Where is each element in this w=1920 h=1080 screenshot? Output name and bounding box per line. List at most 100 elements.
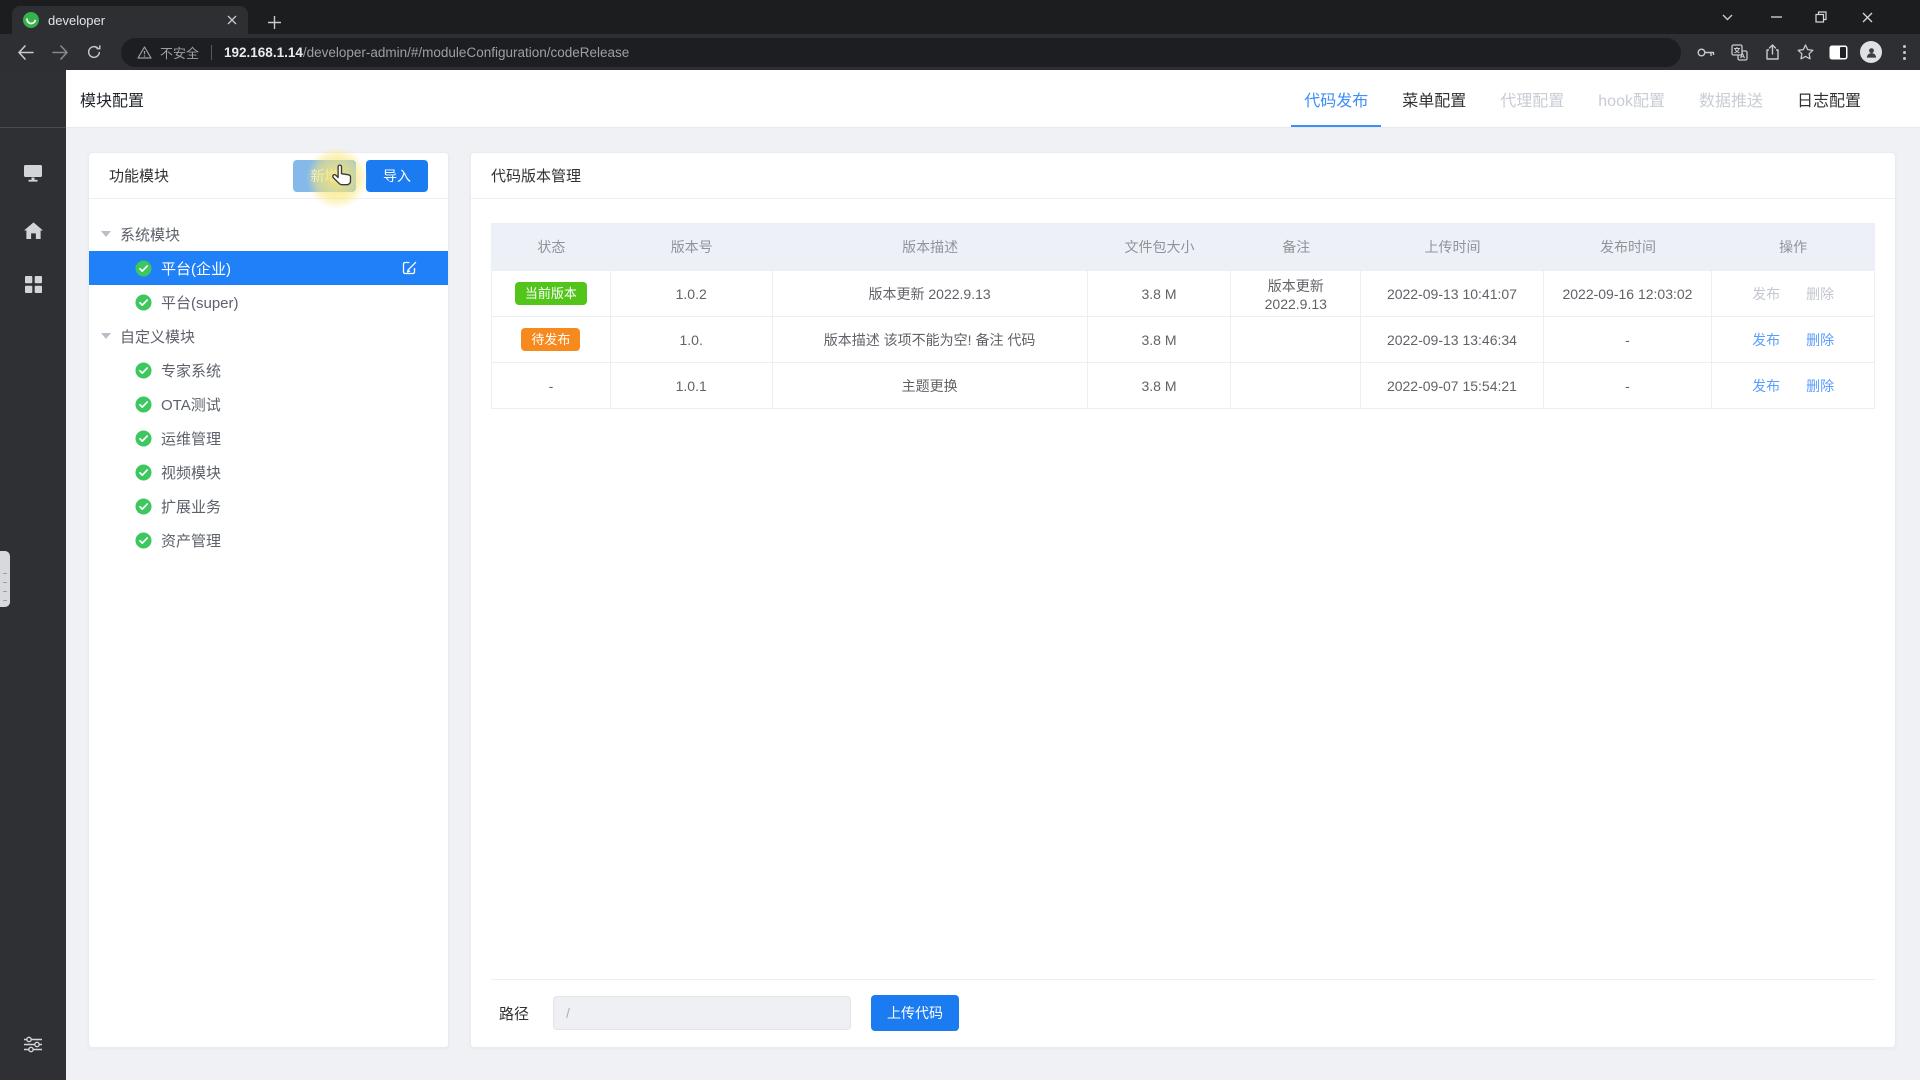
table-row: 待发布 1.0. 版本描述 该项不能为空! 备注 代码 3.8 M 2022-0… (492, 316, 1874, 362)
package-size-cell: 3.8 M (1088, 363, 1232, 408)
package-size-cell: 3.8 M (1088, 317, 1232, 362)
browser-tab[interactable]: developer (12, 6, 248, 34)
back-button[interactable] (10, 37, 40, 67)
tree-item-row[interactable]: 专家系统 (89, 353, 448, 387)
publish-link[interactable]: 发布 (1752, 376, 1780, 396)
tree-item-label: 扩展业务 (161, 496, 221, 517)
edit-module-icon[interactable] (402, 260, 418, 276)
delete-link[interactable]: 删除 (1806, 284, 1834, 304)
upload-code-button[interactable]: 上传代码 (871, 995, 959, 1031)
tree-item-label: 视频模块 (161, 462, 221, 483)
column-header: 上传时间 (1361, 237, 1543, 257)
check-circle-icon (135, 498, 152, 515)
toolbar-actions (1691, 37, 1919, 67)
table-header-row: 状态 版本号 版本描述 文件包大小 备注 上传时间 发布时间 操作 (492, 224, 1874, 270)
reload-button[interactable] (79, 37, 109, 67)
add-module-button[interactable]: 新增 (293, 160, 356, 192)
upload-path-row: 路径 上传代码 (499, 995, 959, 1031)
window-minimize-button[interactable] (1756, 2, 1796, 32)
status-cell: - (492, 363, 611, 408)
tree-item-row[interactable]: 运维管理 (89, 421, 448, 455)
tree-item-row[interactable]: 平台(企业) (89, 251, 448, 285)
tree-item-label: OTA测试 (161, 394, 221, 415)
tree-item-row[interactable]: 视频模块 (89, 455, 448, 489)
tree-item-row[interactable]: 资产管理 (89, 523, 448, 557)
monitor-icon[interactable] (0, 152, 66, 192)
import-module-button[interactable]: 导入 (366, 160, 428, 192)
drawer-expand-handle[interactable] (0, 551, 10, 607)
tree-group-row[interactable]: 系统模块 (89, 217, 448, 251)
bookmark-star-icon[interactable] (1790, 37, 1820, 67)
content-area: 功能模块 新增 导入 系统模块 平台(企业) (66, 128, 1920, 1080)
check-circle-icon (135, 294, 152, 311)
url-path[interactable]: /developer-admin/#/moduleConfiguration/c… (303, 45, 629, 60)
tab-title: developer (48, 13, 224, 28)
column-header: 版本号 (611, 237, 773, 257)
tree-item-row[interactable]: OTA测试 (89, 387, 448, 421)
page-header: 模块配置 代码发布 菜单配置 代理配置 hook配置 数据推送 日志配置 (66, 70, 1920, 128)
tree-group-label: 系统模块 (120, 224, 180, 245)
actions-cell: 发布 删除 (1712, 271, 1874, 316)
tab-hook-config[interactable]: hook配置 (1581, 70, 1682, 127)
profile-avatar[interactable] (1856, 37, 1886, 67)
side-panel-icon[interactable] (1823, 37, 1853, 67)
tree-item-row[interactable]: 平台(super) (89, 285, 448, 319)
function-modules-header: 功能模块 新增 导入 (89, 153, 448, 199)
tree-group-row[interactable]: 自定义模块 (89, 319, 448, 353)
tab-search-chevron-icon[interactable] (1707, 2, 1747, 32)
publish-link[interactable]: 发布 (1752, 284, 1780, 304)
caret-down-icon[interactable] (101, 333, 111, 339)
window-close-button[interactable] (1847, 2, 1887, 32)
translate-icon[interactable] (1724, 37, 1754, 67)
release-time-cell: 2022-09-16 12:03:02 (1544, 271, 1713, 316)
column-header: 发布时间 (1544, 237, 1713, 257)
check-circle-icon (135, 430, 152, 447)
description-cell: 主题更换 (773, 363, 1088, 408)
path-input[interactable] (553, 996, 851, 1030)
code-version-header: 代码版本管理 (471, 153, 1895, 199)
browser-menu-kebab-icon[interactable] (1889, 37, 1919, 67)
address-bar[interactable]: 不安全 192.168.1.14/developer-admin/#/modul… (121, 38, 1681, 67)
not-secure-warning-icon (137, 46, 152, 59)
function-modules-title: 功能模块 (109, 165, 169, 186)
path-label: 路径 (499, 1003, 529, 1024)
tree-item-label: 专家系统 (161, 360, 221, 381)
section-divider (491, 979, 1875, 980)
check-circle-icon (135, 532, 152, 549)
omnibox-separator (211, 45, 212, 60)
security-label[interactable]: 不安全 (160, 43, 199, 62)
check-circle-icon (135, 396, 152, 413)
share-icon[interactable] (1757, 37, 1787, 67)
tab-log-config[interactable]: 日志配置 (1780, 70, 1878, 127)
tab-proxy-config[interactable]: 代理配置 (1483, 70, 1581, 127)
status-badge: 当前版本 (515, 282, 587, 305)
upload-time-cell: 2022-09-07 15:54:21 (1361, 363, 1543, 408)
apps-grid-icon[interactable] (0, 264, 66, 304)
window-restore-button[interactable] (1801, 2, 1841, 32)
tab-menu-config[interactable]: 菜单配置 (1385, 70, 1483, 127)
settings-sliders-icon[interactable] (0, 1024, 66, 1064)
remark-cell: 版本更新 2022.9.13 (1231, 271, 1361, 316)
browser-toolbar: 不安全 192.168.1.14/developer-admin/#/modul… (0, 34, 1920, 70)
url-host[interactable]: 192.168.1.14 (224, 45, 303, 60)
delete-link[interactable]: 删除 (1806, 330, 1834, 350)
column-header: 操作 (1712, 237, 1874, 257)
tab-data-push[interactable]: 数据推送 (1682, 70, 1780, 127)
version-cell: 1.0.2 (611, 271, 773, 316)
tree-item-row[interactable]: 扩展业务 (89, 489, 448, 523)
delete-link[interactable]: 删除 (1806, 376, 1834, 396)
tab-close-icon[interactable] (224, 12, 240, 28)
password-key-icon[interactable] (1691, 37, 1721, 67)
rail-divider (0, 127, 66, 128)
new-tab-button[interactable] (262, 10, 286, 34)
tab-code-release[interactable]: 代码发布 (1287, 70, 1385, 127)
status-badge: - (549, 379, 554, 393)
status-badge: 待发布 (521, 328, 580, 351)
home-icon[interactable] (0, 210, 66, 250)
publish-link[interactable]: 发布 (1752, 330, 1780, 350)
code-version-title: 代码版本管理 (491, 165, 581, 186)
caret-down-icon[interactable] (101, 231, 111, 237)
check-circle-icon (135, 362, 152, 379)
forward-button[interactable] (45, 37, 75, 67)
release-time-cell: - (1544, 317, 1713, 362)
